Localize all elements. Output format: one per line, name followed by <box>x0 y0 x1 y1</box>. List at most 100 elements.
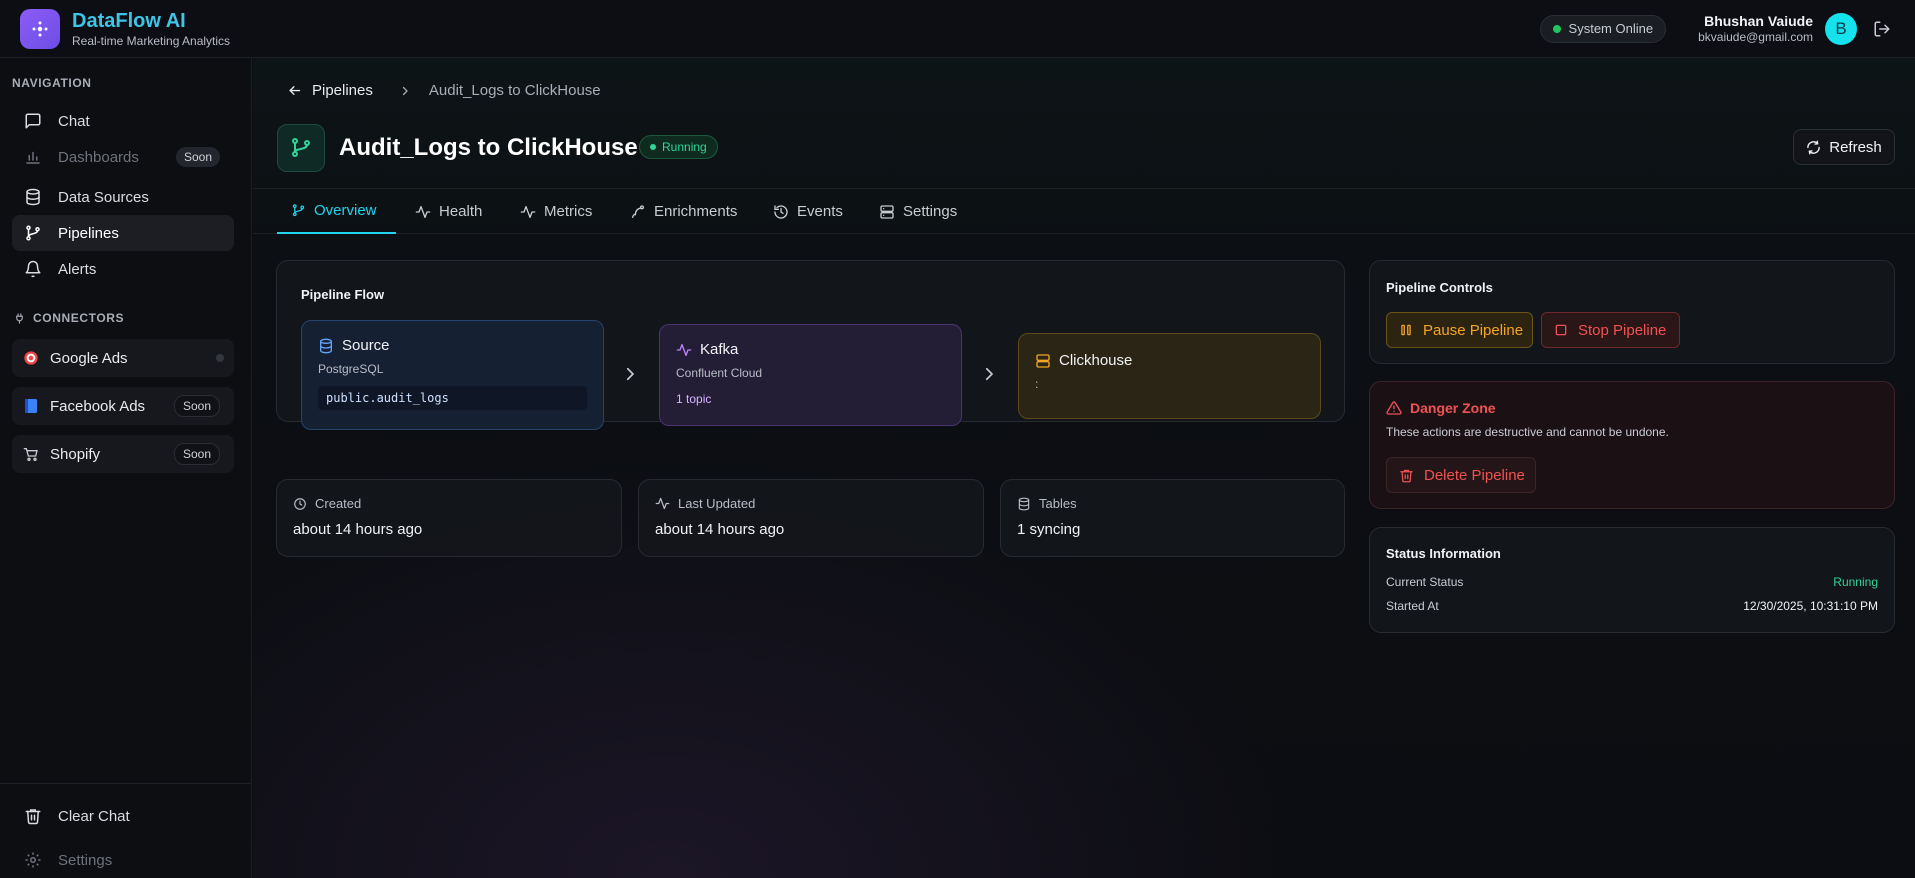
connector-facebook-ads[interactable]: Facebook Ads Soon <box>12 387 234 425</box>
connectors-section-label: CONNECTORS <box>33 311 125 325</box>
current-status-row: Current Status Running <box>1386 575 1878 589</box>
sidebar-item-label: Pipelines <box>58 224 119 242</box>
flow-node-source[interactable]: Source PostgreSQL public.audit_logs <box>301 320 604 430</box>
danger-zone-description: These actions are destructive and cannot… <box>1386 425 1669 439</box>
sidebar-item-settings[interactable]: Settings <box>12 842 234 878</box>
tab-settings[interactable]: Settings <box>879 189 957 234</box>
system-status-text: System Online <box>1568 21 1654 36</box>
started-at-row: Started At 12/30/2025, 10:31:10 PM <box>1386 599 1878 613</box>
sidebar-item-pipelines[interactable]: Pipelines <box>12 215 234 251</box>
pipeline-icon-tile <box>277 124 325 172</box>
soon-badge: Soon <box>175 147 220 167</box>
clear-chat-button[interactable]: Clear Chat <box>12 798 234 834</box>
sidebar-footer: Clear Chat Settings <box>0 783 252 869</box>
main-content: Pipelines Audit_Logs to ClickHouse Audit… <box>253 58 1915 878</box>
gear-icon <box>24 851 42 869</box>
tables-card: Tables 1 syncing <box>1000 479 1345 557</box>
logout-icon <box>1874 21 1890 36</box>
source-title: Source <box>342 337 390 354</box>
book-icon <box>22 397 40 415</box>
tab-bar: Overview Health Metrics Enrichments Even… <box>253 188 1915 234</box>
status-badge-text: Running <box>662 140 707 154</box>
connector-google-ads[interactable]: Google Ads <box>12 339 234 377</box>
git-branch-icon <box>292 138 310 157</box>
status-badge: Running <box>639 135 718 159</box>
flow-node-clickhouse[interactable]: Clickhouse : <box>1018 333 1321 419</box>
page-title: Audit_Logs to ClickHouse <box>339 134 638 161</box>
started-at-label: Started At <box>1386 599 1439 613</box>
activity-icon <box>520 204 536 220</box>
trash-icon <box>24 807 42 825</box>
delete-pipeline-button[interactable]: Delete Pipeline <box>1386 457 1536 493</box>
status-dot <box>650 144 656 150</box>
app-logo <box>20 8 60 49</box>
connector-label: Facebook Ads <box>50 397 146 415</box>
source-type: PostgreSQL <box>318 362 384 376</box>
avatar[interactable]: B <box>1825 12 1857 45</box>
chevron-right-icon <box>980 365 998 383</box>
sidebar-item-chat[interactable]: Chat <box>12 103 234 139</box>
started-at-value: 12/30/2025, 10:31:10 PM <box>1743 599 1878 613</box>
pause-label: Pause Pipeline <box>1423 321 1524 339</box>
last-updated-value: about 14 hours ago <box>655 521 785 538</box>
tab-health[interactable]: Health <box>415 189 482 234</box>
app-title: DataFlow AI <box>72 9 186 32</box>
tab-metrics[interactable]: Metrics <box>520 189 592 234</box>
plug-icon <box>16 312 23 324</box>
sidebar-item-dashboards[interactable]: Dashboards Soon <box>12 139 234 175</box>
tab-events[interactable]: Events <box>773 189 843 234</box>
activity-icon <box>655 496 670 511</box>
clickhouse-title: Clickhouse <box>1059 352 1133 369</box>
alert-triangle-icon <box>1386 401 1402 415</box>
flow-node-kafka[interactable]: Kafka Confluent Cloud 1 topic <box>659 324 962 426</box>
delete-label: Delete Pipeline <box>1424 466 1525 484</box>
git-branch-icon <box>24 224 42 242</box>
soon-badge: Soon <box>173 443 220 465</box>
status-information-card: Status Information Current Status Runnin… <box>1369 527 1895 633</box>
soon-badge: Soon <box>173 395 220 417</box>
back-to-pipelines-link[interactable]: Pipelines <box>287 82 373 99</box>
created-label: Created <box>315 496 362 511</box>
user-name: Bhushan Vaiude <box>1704 13 1813 29</box>
clear-chat-label: Clear Chat <box>58 807 130 825</box>
arrow-left-icon <box>289 86 301 95</box>
kafka-title: Kafka <box>700 341 739 358</box>
refresh-label: Refresh <box>1829 138 1882 156</box>
server-icon <box>1035 353 1051 369</box>
danger-zone-card: Danger Zone These actions are destructiv… <box>1369 381 1895 509</box>
created-card: Created about 14 hours ago <box>276 479 622 557</box>
tables-value: 1 syncing <box>1017 521 1081 538</box>
tab-label: Events <box>797 203 843 220</box>
tab-overview[interactable]: Overview <box>277 189 396 234</box>
server-icon <box>879 204 895 220</box>
kafka-type: Confluent Cloud <box>676 366 763 380</box>
bar-chart-icon <box>24 148 42 166</box>
refresh-button[interactable]: Refresh <box>1793 129 1895 165</box>
sidebar-item-data-sources[interactable]: Data Sources <box>12 179 234 215</box>
pipeline-flow-card: Pipeline Flow Source PostgreSQL public.a… <box>276 260 1345 430</box>
logout-button[interactable] <box>1873 20 1891 38</box>
pause-icon <box>1399 323 1413 337</box>
clock-icon <box>293 497 307 511</box>
tab-enrichments[interactable]: Enrichments <box>630 189 737 234</box>
danger-zone-title: Danger Zone <box>1410 400 1496 416</box>
tab-label: Enrichments <box>654 203 738 220</box>
user-email: bkvaiude@gmail.com <box>1698 30 1813 44</box>
connector-status-dot <box>216 354 224 362</box>
trash-icon <box>1399 468 1414 483</box>
pipeline-flow-title: Pipeline Flow <box>301 287 385 302</box>
stop-pipeline-button[interactable]: Stop Pipeline <box>1541 312 1680 348</box>
tab-label: Health <box>439 203 483 220</box>
bell-icon <box>24 260 42 278</box>
pause-pipeline-button[interactable]: Pause Pipeline <box>1386 312 1533 348</box>
git-branch-icon <box>291 203 306 218</box>
pipeline-controls-title: Pipeline Controls <box>1386 280 1493 295</box>
database-icon <box>24 188 42 206</box>
sparkle-icon <box>32 21 48 36</box>
connector-shopify[interactable]: Shopify Soon <box>12 435 234 473</box>
sidebar-item-label: Alerts <box>58 260 97 278</box>
sidebar-item-alerts[interactable]: Alerts <box>12 251 234 287</box>
user-info: Bhushan Vaiude bkvaiude@gmail.com <box>1698 13 1813 44</box>
breadcrumb: Pipelines Audit_Logs to ClickHouse <box>287 82 601 99</box>
stop-label: Stop Pipeline <box>1578 321 1667 339</box>
